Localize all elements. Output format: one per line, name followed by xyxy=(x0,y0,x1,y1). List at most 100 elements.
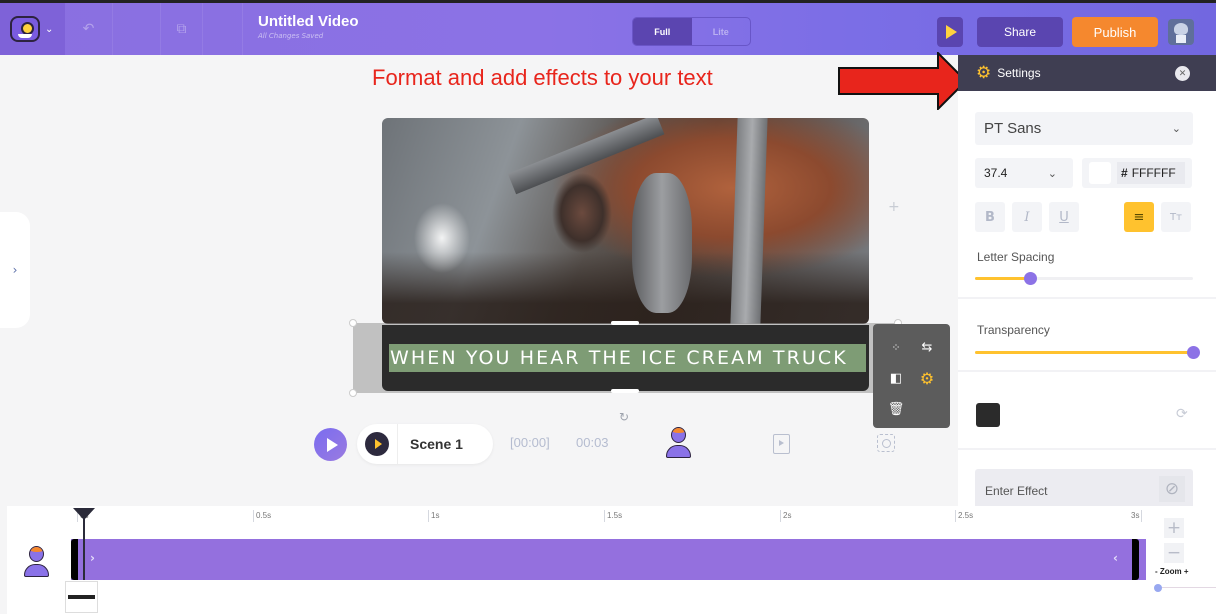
resize-handle-top[interactable] xyxy=(611,321,639,325)
text-color-hex-input[interactable]: # FFFFFF xyxy=(1117,162,1185,184)
chevron-down-icon: ⌄ xyxy=(45,23,54,35)
undo-icon: ↶ xyxy=(82,21,95,37)
project-title-area[interactable]: Untitled Video All Changes Saved xyxy=(258,13,359,40)
transparency-thumb[interactable] xyxy=(1187,346,1200,359)
duplicate-icon: ⧉ xyxy=(176,21,187,37)
duplicate-button[interactable]: ⧉ xyxy=(161,3,203,55)
video-icon[interactable] xyxy=(773,434,790,454)
font-size-value: 37.4 xyxy=(984,166,1008,180)
publish-button[interactable]: Publish xyxy=(1072,17,1158,47)
track-end-handle[interactable] xyxy=(1132,539,1139,580)
element-toolbar: ⁘ ⇆ ◧ ⚙ 🗑 xyxy=(873,324,950,428)
play-icon xyxy=(374,439,382,449)
logo-menu-button[interactable]: ⌄ xyxy=(0,3,65,55)
track-start-handle[interactable] xyxy=(71,539,78,580)
scene-duration[interactable]: 00:03 xyxy=(576,435,609,450)
text-color-swatch[interactable] xyxy=(1089,162,1111,184)
enter-effect-label: Enter Effect xyxy=(985,484,1048,498)
zoom-label: - Zoom + xyxy=(1155,567,1189,576)
gear-icon[interactable]: ⚙ xyxy=(917,368,937,388)
play-icon xyxy=(326,437,338,452)
font-family-value: PT Sans xyxy=(984,120,1042,137)
transparency-slider[interactable] xyxy=(975,346,1200,359)
add-guide-icon: + xyxy=(888,199,900,215)
chevron-down-icon: ⌄ xyxy=(1047,167,1057,180)
chevron-left-icon: ‹ xyxy=(1113,551,1118,565)
scene-selector[interactable]: Scene 1 xyxy=(357,424,493,464)
video-frame-image[interactable] xyxy=(382,118,869,324)
close-icon[interactable]: ✕ xyxy=(1175,66,1190,81)
swap-icon[interactable]: ⇆ xyxy=(917,337,937,357)
text-case-button[interactable]: Tт xyxy=(1161,202,1191,232)
timeline-tick: 1.5s xyxy=(604,510,622,522)
character-icon[interactable] xyxy=(665,427,691,461)
track-character-icon xyxy=(23,546,49,580)
trash-icon[interactable]: 🗑 xyxy=(886,399,906,419)
play-icon xyxy=(946,25,957,39)
letter-spacing-slider[interactable] xyxy=(975,272,1193,285)
mode-full-button[interactable]: Full xyxy=(633,18,692,45)
undo-button[interactable]: ↶ xyxy=(65,3,113,55)
project-title[interactable]: Untitled Video xyxy=(258,13,359,30)
underline-button[interactable]: U xyxy=(1049,202,1079,232)
chevron-down-icon: ⌄ xyxy=(1171,123,1181,135)
no-effect-icon[interactable]: ⊘ xyxy=(1159,476,1185,502)
redo-button[interactable] xyxy=(113,3,161,55)
background-color-swatch[interactable] xyxy=(976,403,1000,427)
bold-button[interactable]: B xyxy=(975,202,1005,232)
chevron-right-icon: › xyxy=(12,263,18,277)
text-color-field[interactable]: # FFFFFF xyxy=(1082,158,1192,188)
timeline-tick: 1s xyxy=(428,510,439,522)
gear-icon: ⚙ xyxy=(976,63,992,82)
font-size-select[interactable]: 37.4 ⌄ xyxy=(975,158,1073,188)
zoom-slider[interactable] xyxy=(1158,587,1216,588)
timeline-tick: 3s xyxy=(1131,510,1143,522)
save-status: All Changes Saved xyxy=(258,32,324,40)
settings-panel: ⚙ Settings ✕ PT Sans ⌄ 37.4 ⌄ # FFFFFF B… xyxy=(958,55,1216,508)
transparency-label: Transparency xyxy=(977,323,1050,337)
annotation-arrow-icon xyxy=(838,52,968,110)
camera-focus-icon[interactable] xyxy=(877,434,895,452)
motion-path-icon[interactable]: ⁘ xyxy=(886,337,906,357)
mode-lite-button[interactable]: Lite xyxy=(692,18,751,45)
timeline-track-bar[interactable] xyxy=(71,539,1146,580)
scene-play-button[interactable] xyxy=(365,432,389,456)
opacity-icon[interactable]: ◧ xyxy=(886,368,906,388)
play-all-button[interactable] xyxy=(314,428,347,461)
user-avatar-icon[interactable] xyxy=(1168,19,1194,45)
current-time: [00:00] xyxy=(510,435,550,450)
settings-header: ⚙ Settings ✕ xyxy=(958,55,1216,91)
enter-effect-select[interactable]: Enter Effect ⊘ xyxy=(975,469,1193,508)
timeline-tick: 2s xyxy=(780,510,791,522)
resize-handle-bottom[interactable] xyxy=(611,389,639,393)
zoom-out-button[interactable]: − xyxy=(1164,543,1184,563)
preview-play-button[interactable] xyxy=(937,17,963,47)
letter-spacing-label: Letter Spacing xyxy=(977,250,1055,264)
playhead-line[interactable] xyxy=(83,518,85,580)
mode-toggle[interactable]: Full Lite xyxy=(632,17,751,46)
chevron-right-icon: › xyxy=(90,551,95,565)
resize-handle-bottom-left[interactable] xyxy=(349,389,357,397)
annotation-text: Format and add effects to your text xyxy=(372,65,713,90)
timeline-tick: 0.5s xyxy=(253,510,271,522)
share-button[interactable]: Share xyxy=(977,17,1063,47)
font-family-select[interactable]: PT Sans ⌄ xyxy=(975,112,1193,145)
italic-button[interactable]: I xyxy=(1012,202,1042,232)
zoom-in-button[interactable]: + xyxy=(1164,518,1184,538)
reset-icon[interactable]: ⟳ xyxy=(1176,406,1188,422)
top-bar: ⌄ ↶ ⧉ Untitled Video All Changes Saved F… xyxy=(0,0,1216,55)
left-panel-toggle[interactable]: › xyxy=(0,212,30,328)
toolbar-button[interactable] xyxy=(203,3,243,55)
rotate-handle-icon[interactable]: ↻ xyxy=(619,410,629,424)
settings-title: Settings xyxy=(997,66,1041,80)
align-center-button[interactable]: ≡ xyxy=(1124,202,1154,232)
timeline: 0s 0.5s 1s 1.5s 2s 2.5s 3s › ‹ xyxy=(7,506,1216,614)
scene-label: Scene 1 xyxy=(410,436,463,452)
timeline-tick: 2.5s xyxy=(955,510,973,522)
text-clip-thumbnail[interactable] xyxy=(65,581,98,613)
resize-handle-top-left[interactable] xyxy=(349,319,357,327)
zoom-slider-thumb[interactable] xyxy=(1154,584,1162,592)
logo-icon xyxy=(10,16,40,42)
text-element-content[interactable]: WHEN YOU HEAR THE ICE CREAM TRUCK xyxy=(389,344,866,372)
letter-spacing-thumb[interactable] xyxy=(1023,272,1037,285)
